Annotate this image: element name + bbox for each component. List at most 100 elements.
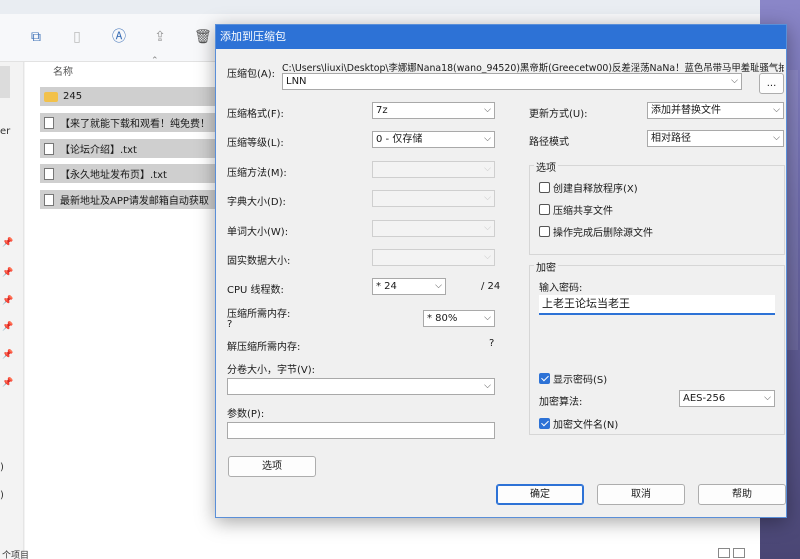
- delete-icon[interactable]: 🗑: [194, 29, 212, 45]
- sort-up-icon: ⌃: [151, 56, 159, 66]
- nav-selected-item[interactable]: [0, 66, 10, 98]
- list-item[interactable]: 最新地址及APP请发邮箱自动获取: [40, 190, 220, 209]
- checkbox-box[interactable]: [539, 204, 550, 215]
- file-name: 【来了就能下载和观看！纯免费！: [60, 119, 210, 130]
- chevron-down-icon[interactable]: ⌵: [731, 74, 738, 89]
- tiles-view-icon[interactable]: [733, 548, 745, 558]
- nav-item-text[interactable]: ): [0, 462, 4, 473]
- list-item[interactable]: 【永久地址发布页】.txt: [40, 164, 220, 183]
- pin-icon: 📌: [2, 350, 14, 360]
- cancel-button[interactable]: 取消: [597, 484, 685, 505]
- column-header-name[interactable]: 名称: [53, 63, 73, 78]
- rename-icon[interactable]: Ⓐ: [111, 29, 127, 45]
- password-input[interactable]: 上老王论坛当老王: [539, 295, 775, 315]
- list-item[interactable]: 【来了就能下载和观看！纯免费！: [40, 113, 220, 132]
- options-button[interactable]: 选项: [228, 456, 316, 477]
- path-mode-select[interactable]: 相对路径 ⌵: [647, 130, 784, 147]
- copy-icon[interactable]: ⧉: [28, 29, 44, 45]
- archive-path: C:\Users\liuxi\Desktop\李娜娜Nana18(wano_94…: [282, 63, 784, 74]
- pin-icon: 📌: [2, 322, 14, 332]
- dictionary-select[interactable]: ⌵: [372, 190, 495, 207]
- dialog-title[interactable]: 添加到压缩包: [216, 25, 786, 49]
- cpu-threads-max: / 24: [481, 281, 501, 292]
- chevron-down-icon: ⌵: [484, 105, 491, 115]
- browse-button[interactable]: ...: [759, 73, 784, 94]
- solid-size-select[interactable]: ⌵: [372, 249, 495, 266]
- delete-after-checkbox[interactable]: 操作完成后删除源文件: [539, 224, 653, 239]
- solid-size-label: 固实数据大小:: [227, 256, 291, 267]
- checkbox-label: 压缩共享文件: [553, 206, 613, 217]
- path-mode-label: 路径模式: [529, 137, 569, 148]
- details-view-icon[interactable]: [718, 548, 730, 558]
- level-label: 压缩等级(L):: [227, 138, 284, 149]
- level-value: 0 - 仅存储: [376, 134, 423, 145]
- chevron-down-icon: ⌵: [484, 381, 491, 391]
- paste-icon[interactable]: ▯: [69, 29, 85, 45]
- memory-percent-select[interactable]: * 80% ⌵: [423, 310, 495, 327]
- encryption-group-title: 加密: [534, 259, 558, 274]
- list-item[interactable]: 【论坛介绍】.txt: [40, 139, 220, 158]
- share-icon[interactable]: ⇪: [152, 29, 168, 45]
- chevron-down-icon: ⌵: [773, 105, 780, 115]
- checkbox-label: 创建自释放程序(X): [553, 184, 638, 195]
- dictionary-label: 字典大小(D):: [227, 197, 286, 208]
- chevron-down-icon: ⌵: [773, 133, 780, 143]
- chevron-down-icon: ⌵: [484, 313, 491, 323]
- encrypt-filenames-checkbox[interactable]: 加密文件名(N): [539, 416, 618, 431]
- cpu-threads-label: CPU 线程数:: [227, 285, 284, 296]
- encryption-method-value: AES-256: [683, 393, 726, 404]
- show-password-checkbox[interactable]: 显示密码(S): [539, 371, 607, 386]
- chevron-down-icon: ⌵: [435, 281, 442, 291]
- split-volume-label: 分卷大小，字节(V):: [227, 365, 316, 376]
- nav-item-text[interactable]: ): [0, 490, 4, 501]
- checkbox-box[interactable]: [539, 226, 550, 237]
- checkbox-box[interactable]: [539, 418, 550, 429]
- parameters-label: 参数(P):: [227, 409, 265, 420]
- pin-icon: 📌: [2, 238, 14, 248]
- password-label: 输入密码:: [539, 283, 583, 294]
- path-mode-value: 相对路径: [651, 133, 691, 144]
- format-select[interactable]: 7z ⌵: [372, 102, 495, 119]
- checkbox-label: 加密文件名(N): [553, 420, 619, 431]
- memory-value: ?: [227, 319, 233, 330]
- checkbox-box[interactable]: [539, 182, 550, 193]
- split-volume-combo[interactable]: ⌵: [227, 378, 495, 395]
- update-mode-select[interactable]: 添加并替换文件 ⌵: [647, 102, 784, 119]
- checkbox-label: 显示密码(S): [553, 375, 608, 386]
- memory-label: 压缩所需内存:: [227, 309, 291, 320]
- decompress-memory-value: ?: [489, 338, 495, 349]
- chevron-down-icon: ⌵: [484, 193, 491, 203]
- file-name: 【论坛介绍】.txt: [60, 145, 137, 156]
- folder-icon: [44, 91, 58, 102]
- pin-icon: 📌: [2, 296, 14, 306]
- cpu-threads-select[interactable]: * 24 ⌵: [372, 278, 446, 295]
- create-sfx-checkbox[interactable]: 创建自释放程序(X): [539, 180, 638, 195]
- file-name: 【永久地址发布页】.txt: [60, 170, 167, 181]
- file-name: 最新地址及APP请发邮箱自动获取: [60, 196, 209, 207]
- top-strip: [0, 0, 800, 14]
- encryption-method-select[interactable]: AES-256 ⌵: [679, 390, 775, 407]
- help-button[interactable]: 帮助: [698, 484, 786, 505]
- view-toggle[interactable]: [718, 548, 748, 559]
- compress-shared-checkbox[interactable]: 压缩共享文件: [539, 202, 613, 217]
- chevron-down-icon: ⌵: [484, 134, 491, 144]
- level-select[interactable]: 0 - 仅存储 ⌵: [372, 131, 495, 148]
- format-label: 压缩格式(F):: [227, 109, 284, 120]
- format-value: 7z: [376, 105, 388, 116]
- chevron-down-icon: ⌵: [484, 164, 491, 174]
- chevron-down-icon: ⌵: [484, 223, 491, 233]
- ok-button[interactable]: 确定: [496, 484, 584, 505]
- checkbox-box[interactable]: [539, 373, 550, 384]
- encryption-method-label: 加密算法:: [539, 397, 583, 408]
- word-size-select[interactable]: ⌵: [372, 220, 495, 237]
- list-item[interactable]: 245: [40, 87, 220, 106]
- update-mode-label: 更新方式(U):: [529, 109, 588, 120]
- method-select[interactable]: ⌵: [372, 161, 495, 178]
- text-file-icon: [44, 167, 54, 180]
- parameters-input[interactable]: [227, 422, 495, 439]
- checkbox-label: 操作完成后删除源文件: [553, 228, 653, 239]
- text-file-icon: [44, 116, 54, 129]
- update-mode-value: 添加并替换文件: [651, 105, 721, 116]
- nav-item-text[interactable]: er: [0, 126, 10, 137]
- archive-name-combo[interactable]: LNN ⌵: [282, 73, 742, 90]
